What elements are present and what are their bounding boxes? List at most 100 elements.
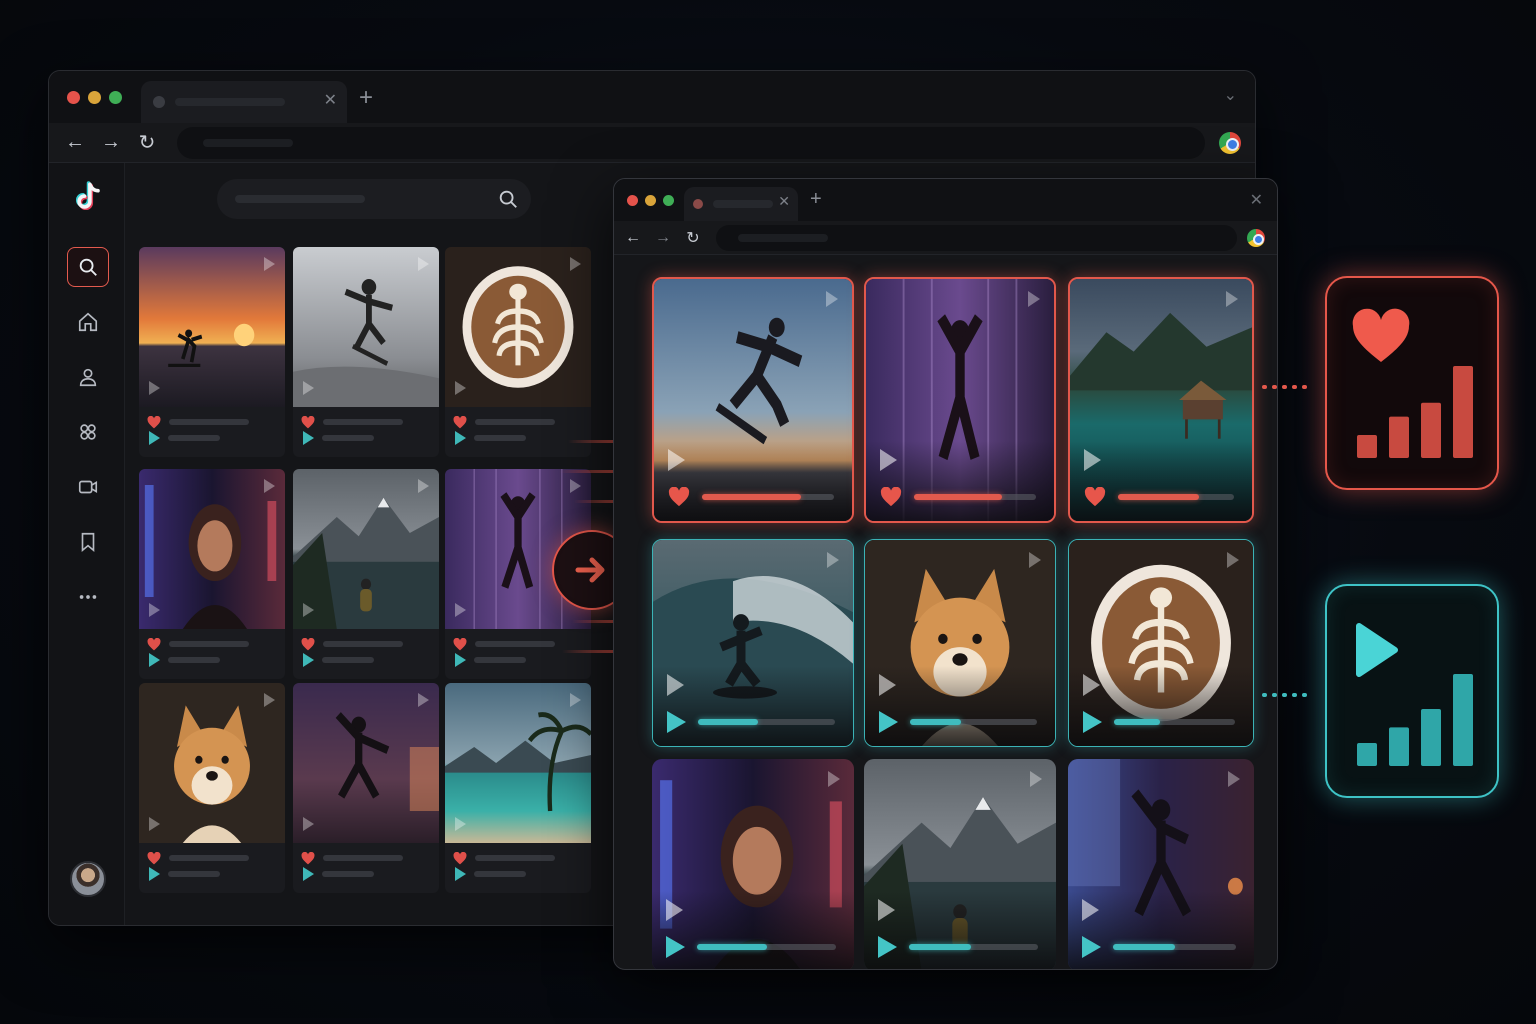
close-window-button[interactable] [627, 194, 638, 206]
play-icon [303, 817, 314, 831]
video-card-neon-portrait[interactable] [652, 759, 854, 969]
reload-icon[interactable]: ↻ [129, 130, 165, 155]
plays-bar [168, 435, 220, 441]
play-icon [667, 674, 684, 696]
metric-row [666, 936, 836, 958]
play-icon[interactable] [1083, 711, 1102, 733]
video-card-tropical-beach[interactable] [445, 683, 591, 893]
heart-icon[interactable] [147, 415, 161, 429]
video-card-latte-art[interactable] [1068, 539, 1254, 747]
metric-row [878, 936, 1038, 958]
bookmark-icon[interactable] [67, 522, 109, 562]
video-card-skateboarder[interactable] [293, 247, 439, 457]
browser-tab[interactable]: ✕ [141, 81, 347, 123]
close-icon[interactable]: ✕ [778, 193, 790, 210]
following-icon[interactable] [67, 357, 109, 397]
address-bar[interactable] [177, 126, 1205, 159]
minimize-window-button[interactable] [645, 194, 656, 206]
heart-icon[interactable] [147, 637, 161, 651]
home-icon[interactable] [67, 302, 109, 342]
progress-track [1113, 944, 1236, 950]
stat-bar [1389, 416, 1409, 458]
close-icon[interactable]: ✕ [1250, 190, 1263, 210]
play-icon[interactable] [878, 936, 897, 958]
more-icon[interactable] [67, 577, 109, 617]
heart-icon[interactable] [453, 851, 467, 865]
likes-bar [323, 641, 403, 647]
maximize-window-button[interactable] [109, 90, 122, 104]
forward-arrow-icon[interactable]: → [93, 131, 129, 154]
address-bar[interactable] [716, 224, 1237, 251]
chevron-down-icon[interactable]: ⌄ [1224, 85, 1237, 105]
heart-icon[interactable] [880, 487, 902, 507]
connector-dot [1302, 385, 1307, 389]
play-icon [570, 257, 581, 271]
heart-icon[interactable] [453, 415, 467, 429]
url-blurred [203, 138, 293, 147]
arrow-right-icon [575, 557, 605, 583]
play-icon[interactable] [666, 936, 685, 958]
progress-fill [1114, 719, 1160, 725]
video-card-dancer-window[interactable] [1068, 759, 1254, 969]
likes-row [301, 851, 403, 865]
plus-icon[interactable]: + [810, 188, 822, 211]
plays-bar [474, 435, 526, 441]
plays-connector [1262, 684, 1312, 697]
video-card-mountain-lake[interactable] [864, 759, 1056, 969]
browser-tab[interactable]: ✕ [684, 187, 798, 221]
play-icon [264, 257, 275, 271]
chrome-icon[interactable] [1247, 228, 1265, 247]
plays-row [453, 653, 526, 667]
video-card-neon-portrait[interactable] [139, 469, 285, 679]
heart-icon[interactable] [301, 851, 315, 865]
close-icon[interactable]: ✕ [324, 90, 337, 110]
video-card-skateboard-jump[interactable] [652, 277, 854, 523]
play-icon [1029, 552, 1041, 568]
search-icon[interactable] [497, 188, 519, 210]
play-icon [264, 479, 275, 493]
heart-icon[interactable] [668, 487, 690, 507]
plus-icon[interactable]: + [359, 84, 373, 112]
metric-row [1084, 487, 1234, 507]
heart-icon[interactable] [301, 415, 315, 429]
progress-fill [910, 719, 961, 725]
video-card-wave-surfer[interactable] [652, 539, 854, 747]
progress-track [1114, 719, 1235, 725]
nav-toolbar: ← → ↻ [614, 221, 1277, 255]
play-icon[interactable] [667, 711, 686, 733]
likes-row [453, 637, 555, 651]
metric-row [880, 487, 1036, 507]
video-card-overwater-bungalow[interactable] [1068, 277, 1254, 523]
video-card-dancer-sunset[interactable] [293, 683, 439, 893]
play-icon[interactable] [1082, 936, 1101, 958]
video-card-latte-art[interactable] [445, 247, 591, 457]
friends-icon[interactable] [67, 412, 109, 452]
video-card-sunset-surfer[interactable] [139, 247, 285, 457]
progress-fill [697, 944, 767, 950]
heart-icon[interactable] [1084, 487, 1106, 507]
search-icon[interactable] [67, 247, 109, 287]
play-icon [826, 291, 838, 307]
close-window-button[interactable] [67, 90, 80, 104]
maximize-window-button[interactable] [663, 194, 674, 206]
app-sidebar [49, 163, 125, 925]
heart-icon[interactable] [301, 637, 315, 651]
video-card-dancer-purple[interactable] [864, 277, 1056, 523]
video-card-mountain-lake[interactable] [293, 469, 439, 679]
live-icon[interactable] [67, 467, 109, 507]
tiktok-logo[interactable] [71, 179, 107, 215]
forward-arrow-icon[interactable]: → [648, 229, 678, 247]
likes-bar [475, 641, 555, 647]
back-arrow-icon[interactable]: ← [57, 131, 93, 154]
video-card-shiba-dog[interactable] [864, 539, 1056, 747]
heart-icon[interactable] [147, 851, 161, 865]
avatar[interactable] [70, 861, 106, 897]
chrome-icon[interactable] [1219, 131, 1241, 154]
back-arrow-icon[interactable]: ← [618, 229, 648, 247]
reload-icon[interactable]: ↻ [678, 228, 708, 248]
heart-icon[interactable] [453, 637, 467, 651]
minimize-window-button[interactable] [88, 90, 101, 104]
search-input[interactable] [217, 179, 531, 219]
play-icon[interactable] [879, 711, 898, 733]
video-card-shiba-dog[interactable] [139, 683, 285, 893]
